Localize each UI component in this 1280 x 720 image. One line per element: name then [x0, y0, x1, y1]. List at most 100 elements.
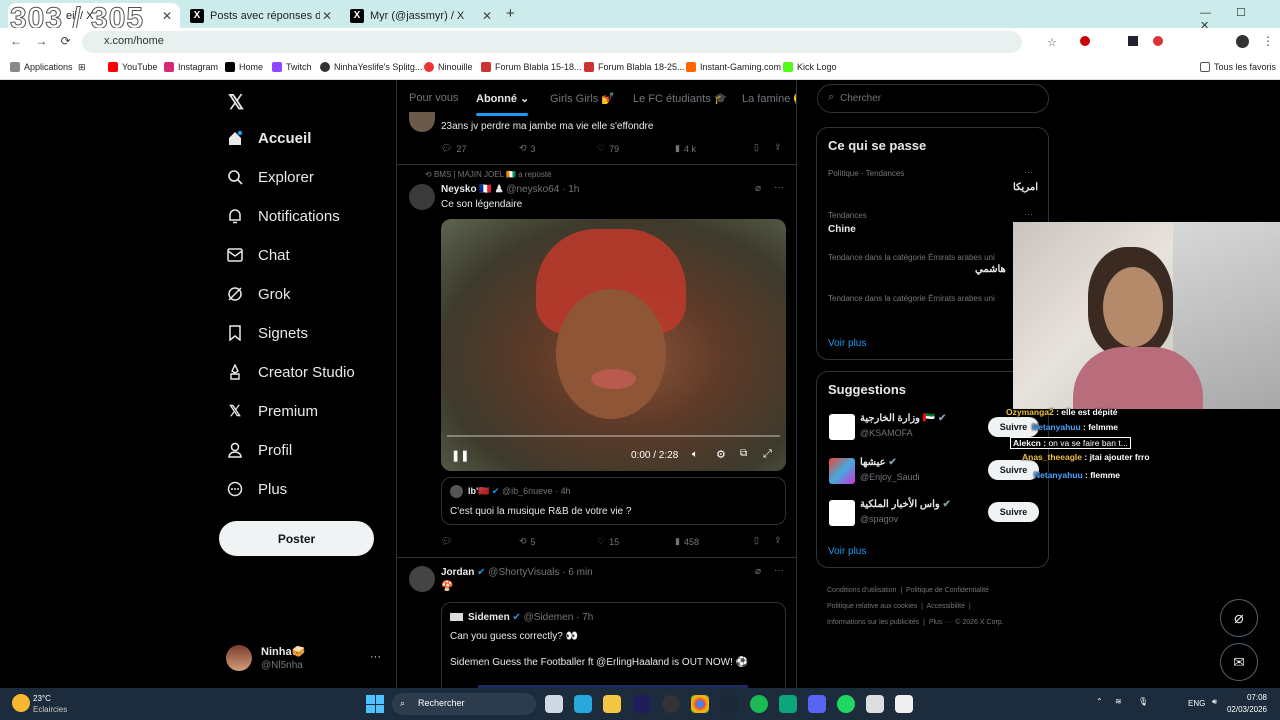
like-button[interactable]: ♡ 15 [597, 536, 619, 547]
tab-for-you[interactable]: Pour vous [409, 92, 459, 104]
grid-icon[interactable]: ⊞ [78, 62, 86, 73]
app-icon[interactable] [779, 695, 797, 713]
tray-expand-icon[interactable]: ⌃ [1096, 697, 1103, 706]
weather-icon[interactable] [12, 694, 30, 712]
nav-more[interactable]: Plus [226, 480, 287, 498]
new-tab-button[interactable]: + [506, 5, 515, 22]
like-button[interactable]: ♡ 79 [597, 143, 619, 154]
nav-chat[interactable]: Chat [226, 246, 290, 264]
bookmark-icon[interactable]: ▯ [754, 142, 759, 153]
volume-icon[interactable]: 🔊︎ [1212, 697, 1217, 707]
reply-button[interactable]: 💬︎ [441, 536, 452, 547]
account-name[interactable]: Ninha🥪 [261, 645, 305, 658]
x-logo-icon[interactable]: 𝕏 [228, 90, 244, 115]
suggestion-name[interactable]: وزارة الخارجية 🇦🇪 ✔ [860, 413, 946, 424]
search-input[interactable]: ⌕ Chercher [817, 84, 1049, 113]
app-icon[interactable] [866, 695, 884, 713]
suggestion-name[interactable]: عيشها ✔ [860, 457, 897, 468]
nav-grok[interactable]: Grok [226, 285, 291, 303]
more-icon[interactable]: ··· [774, 182, 784, 193]
close-icon[interactable]: ✕ [162, 9, 172, 23]
extension-icon[interactable] [1080, 36, 1090, 46]
grok-icon[interactable]: ⌀ [755, 183, 761, 194]
more-icon[interactable]: ··· [1024, 167, 1033, 177]
start-button[interactable] [366, 695, 384, 713]
nav-explore[interactable]: Explorer [226, 168, 314, 186]
share-icon[interactable]: ⇪ [774, 535, 782, 546]
pause-icon[interactable]: ❚❚ [451, 449, 469, 462]
avatar[interactable] [829, 458, 855, 484]
footer-link[interactable]: Politique de Confidentialité [906, 587, 989, 594]
star-icon[interactable]: ☆ [1047, 36, 1057, 49]
nav-creator-studio[interactable]: Creator Studio [226, 363, 355, 381]
clock-time[interactable]: 07:08 [1219, 693, 1267, 702]
quoted-tweet[interactable]: Ib'🇲🇦 ✔ @ib_6nueve · 4h C'est quoi la mu… [441, 477, 786, 525]
footer-link[interactable]: Accessibilité [927, 603, 966, 610]
show-more-link[interactable]: Voir plus [828, 546, 866, 557]
taskbar-search[interactable]: ⌕ Rechercher [392, 693, 536, 715]
bookmark-item[interactable]: YouTube [108, 62, 157, 72]
more-icon[interactable]: ··· [370, 651, 381, 663]
footer-link[interactable]: Conditions d'utilisation [827, 587, 896, 594]
nav-notifications[interactable]: Notifications [226, 207, 340, 225]
messages-fab[interactable]: ✉ [1220, 643, 1258, 681]
video-progress-bar[interactable] [447, 435, 780, 437]
bookmark-icon[interactable]: ▯ [754, 535, 759, 546]
show-more-link[interactable]: Voir plus [828, 338, 866, 349]
close-icon[interactable]: ✕ [322, 9, 332, 23]
avatar[interactable] [409, 112, 435, 132]
weather-temp[interactable]: 23°C [33, 694, 51, 703]
spotify-icon[interactable] [837, 695, 855, 713]
nav-profile[interactable]: Profil [226, 441, 292, 459]
avatar[interactable] [409, 184, 435, 210]
bookmark-item[interactable]: Home [225, 62, 263, 72]
views-button[interactable]: ▮ 458 [675, 536, 699, 547]
avatar[interactable] [1236, 35, 1249, 48]
bookmark-item[interactable]: Ninouille [424, 62, 473, 72]
trend-item[interactable]: هاشمي [975, 264, 1006, 275]
footer-link[interactable]: Plus ··· [929, 619, 952, 626]
footer-link[interactable]: Politique relative aux cookies [827, 603, 917, 610]
nav-home[interactable]: Accueil [226, 129, 311, 147]
url-field[interactable]: x.com/home [82, 31, 1022, 53]
copilot-icon[interactable] [574, 695, 592, 713]
taskview-icon[interactable] [545, 695, 563, 713]
bookmark-item[interactable]: Forum Blabla 18-25... [584, 62, 685, 72]
bookmark-item[interactable]: Forum Blabla 15-18... [481, 62, 582, 72]
tab-myr[interactable]: X Myr (@jassmyr) / X ✕ [342, 3, 500, 28]
tab-list-fc[interactable]: Le FC étudiants 🎓 [633, 92, 727, 105]
more-icon[interactable]: ··· [1024, 209, 1033, 219]
folder-icon[interactable] [603, 695, 621, 713]
more-icon[interactable]: ··· [774, 565, 784, 576]
tab-following[interactable]: Abonné ⌄ [476, 92, 529, 105]
grok-fab[interactable]: ⌀ [1220, 599, 1258, 637]
quoted-tweet[interactable]: Sidemen ✔ @Sidemen · 7h Can you guess co… [441, 602, 786, 688]
app-icon[interactable] [750, 695, 768, 713]
repost-button[interactable]: ⟲ 3 [519, 143, 536, 154]
settings-icon[interactable]: ⚙ [716, 448, 726, 461]
close-icon[interactable]: ✕ [482, 9, 492, 23]
discord-icon[interactable] [808, 695, 826, 713]
bookmark-item[interactable]: Instagram [164, 62, 218, 72]
tab-list-famine[interactable]: La famine 😭 [742, 92, 796, 105]
repost-button[interactable]: ⟲ 5 [519, 536, 536, 547]
pip-icon[interactable]: ⧉ [740, 448, 747, 459]
tab-list-girls[interactable]: Girls Girls 💅 [550, 92, 615, 105]
bookmark-item[interactable]: Kick Logo [783, 62, 837, 72]
footer-link[interactable]: Informations sur les publicités [827, 619, 919, 626]
chrome-icon[interactable] [691, 695, 709, 713]
tab-posts[interactable]: X Posts avec réponses de IsmaD... ✕ [182, 3, 340, 28]
premiere-icon[interactable] [633, 695, 651, 713]
extension-icon[interactable] [1153, 36, 1163, 46]
nav-premium[interactable]: 𝕏 Premium [226, 402, 318, 421]
trend-item[interactable]: امريكا [1013, 182, 1038, 193]
volume-icon[interactable]: 🔈︎ [692, 449, 698, 460]
wifi-icon[interactable]: ≋ [1115, 697, 1122, 706]
bookmark-item[interactable]: Applications [10, 62, 73, 72]
follow-button[interactable]: Suivre [988, 502, 1039, 522]
all-bookmarks[interactable]: Tous les favoris [1200, 62, 1276, 72]
language[interactable]: ENG [1188, 699, 1205, 708]
avatar[interactable] [409, 566, 435, 592]
menu-icon[interactable]: ⋮ [1262, 34, 1274, 48]
obs-icon[interactable] [662, 695, 680, 713]
